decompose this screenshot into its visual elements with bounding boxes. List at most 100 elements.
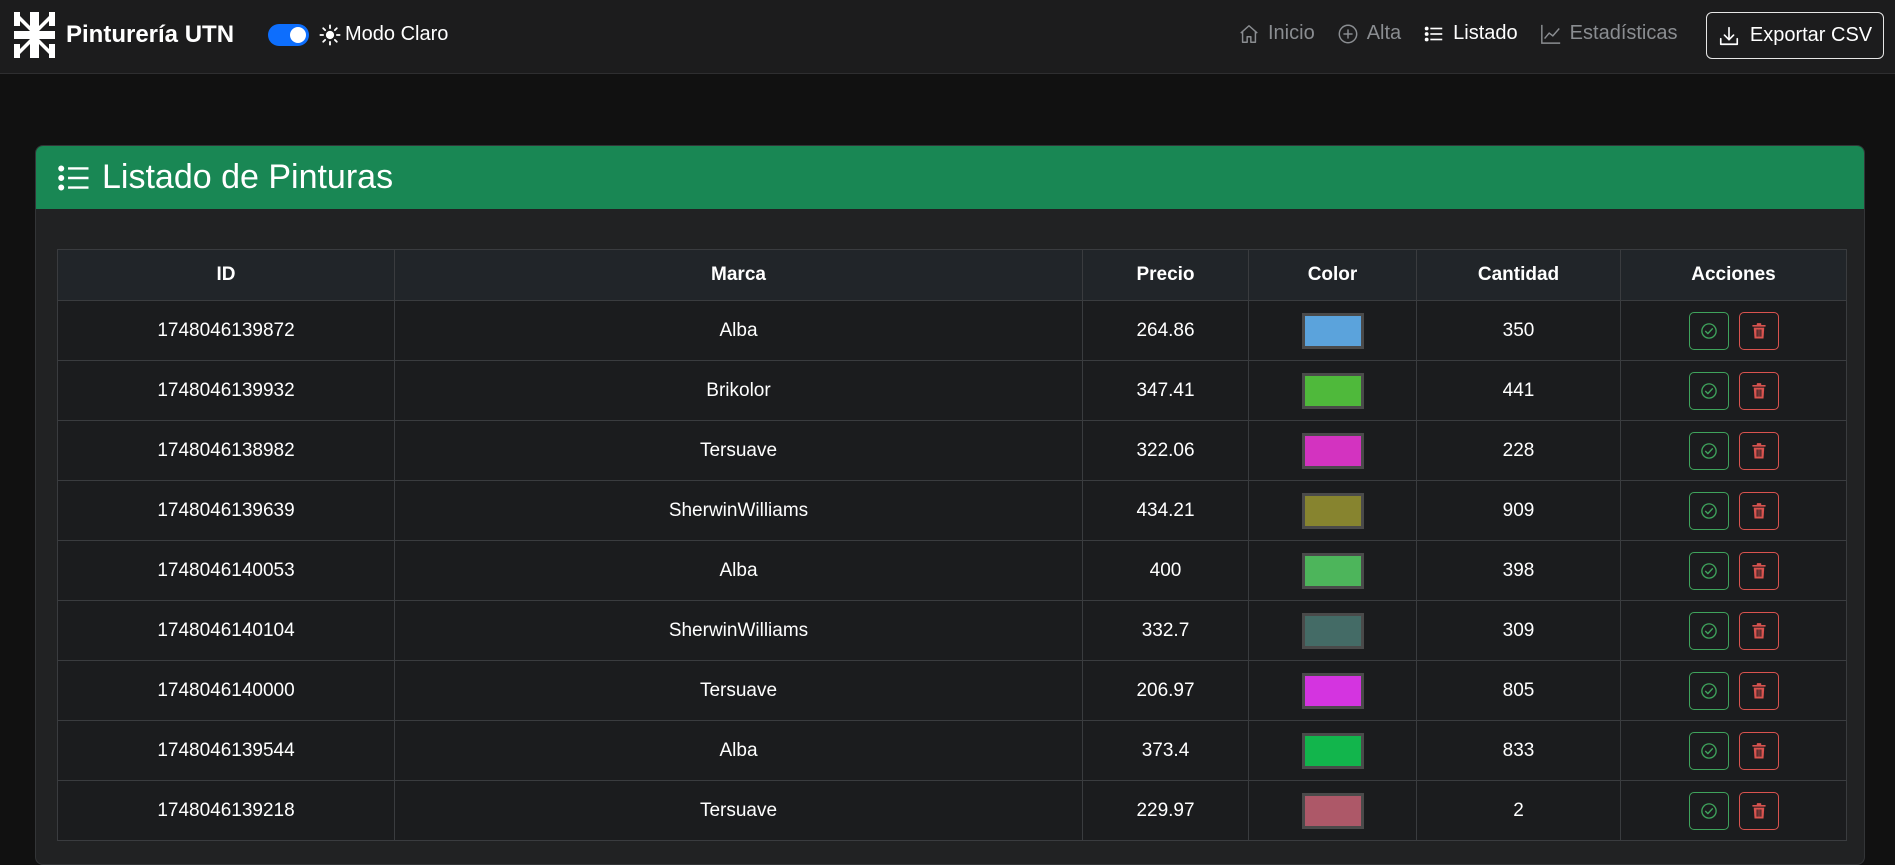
cell-id: 1748046139639 [57, 480, 395, 541]
table-row[interactable]: 1748046140053 Alba 400 398 [57, 540, 1847, 601]
cell-precio: 434.21 [1082, 480, 1249, 541]
main-nav: Inicio Alta Listado Estadísticas [1238, 22, 1700, 45]
cell-id: 1748046139218 [57, 780, 395, 841]
export-label: Exportar CSV [1749, 24, 1873, 46]
paint-table-wrapper: ID Marca Precio Color Cantidad Acciones … [57, 249, 1847, 841]
trash-icon [1751, 502, 1766, 518]
cell-marca: SherwinWilliams [394, 600, 1083, 661]
trash-icon [1751, 742, 1766, 758]
row-actions [1621, 551, 1846, 590]
check-circle-icon [1700, 802, 1717, 819]
cell-acciones [1620, 780, 1847, 841]
nav-item-listado[interactable]: Listado [1423, 22, 1518, 45]
theme-switch[interactable] [268, 23, 309, 46]
paint-table: ID Marca Precio Color Cantidad Acciones … [57, 249, 1847, 841]
color-swatch [1301, 672, 1364, 709]
color-swatch [1301, 432, 1364, 469]
column-header-color[interactable]: Color [1248, 249, 1417, 301]
trash-icon [1751, 442, 1766, 458]
table-row[interactable]: 1748046139639 SherwinWilliams 434.21 909 [57, 480, 1847, 541]
cell-color [1248, 420, 1417, 481]
row-actions [1621, 311, 1846, 350]
delete-button[interactable] [1738, 671, 1779, 710]
cell-id: 1748046139872 [57, 300, 395, 361]
top-navbar: Pinturería UTN Modo Claro Inicio Alta Li… [0, 0, 1895, 74]
cell-acciones [1620, 600, 1847, 661]
confirm-button[interactable] [1688, 671, 1729, 710]
cell-precio: 400 [1082, 540, 1249, 601]
color-swatch [1301, 372, 1364, 409]
delete-button[interactable] [1738, 611, 1779, 650]
column-header-marca[interactable]: Marca [394, 249, 1083, 301]
utn-logo-icon [14, 12, 55, 58]
color-swatch [1301, 552, 1364, 589]
color-swatch [1301, 612, 1364, 649]
cell-cantidad: 350 [1416, 300, 1621, 361]
nav-item-inicio[interactable]: Inicio [1238, 22, 1315, 45]
confirm-button[interactable] [1688, 611, 1729, 650]
export-csv-button[interactable]: Exportar CSV [1706, 12, 1884, 59]
brand[interactable]: Pinturería UTN [14, 12, 234, 58]
cell-acciones [1620, 660, 1847, 721]
theme-toggle[interactable]: Modo Claro [268, 23, 448, 46]
confirm-button[interactable] [1688, 311, 1729, 350]
delete-button[interactable] [1738, 371, 1779, 410]
column-header-precio[interactable]: Precio [1082, 249, 1249, 301]
cell-acciones [1620, 300, 1847, 361]
cell-cantidad: 398 [1416, 540, 1621, 601]
app-title: Pinturería UTN [66, 21, 235, 48]
table-row[interactable]: 1748046140104 SherwinWilliams 332.7 309 [57, 600, 1847, 661]
trash-icon [1751, 682, 1766, 698]
delete-button[interactable] [1738, 791, 1779, 830]
page-title: Listado de Pinturas [102, 158, 394, 196]
trash-icon [1751, 562, 1766, 578]
nav-label-listado: Listado [1453, 22, 1518, 44]
delete-button[interactable] [1738, 731, 1779, 770]
table-row[interactable]: 1748046139218 Tersuave 229.97 2 [57, 780, 1847, 841]
table-row[interactable]: 1748046139544 Alba 373.4 833 [57, 720, 1847, 781]
cell-precio: 206.97 [1082, 660, 1249, 721]
cell-marca: SherwinWilliams [394, 480, 1083, 541]
check-circle-icon [1700, 622, 1717, 639]
cell-cantidad: 228 [1416, 420, 1621, 481]
cell-id: 1748046140104 [57, 600, 395, 661]
cell-marca: Alba [394, 540, 1083, 601]
cell-marca: Tersuave [394, 660, 1083, 721]
confirm-button[interactable] [1688, 731, 1729, 770]
confirm-button[interactable] [1688, 491, 1729, 530]
table-row[interactable]: 1748046139932 Brikolor 347.41 441 [57, 360, 1847, 421]
table-row[interactable]: 1748046140000 Tersuave 206.97 805 [57, 660, 1847, 721]
table-row[interactable]: 1748046138982 Tersuave 322.06 228 [57, 420, 1847, 481]
nav-item-estadisticas[interactable]: Estadísticas [1540, 22, 1678, 45]
cell-precio: 373.4 [1082, 720, 1249, 781]
delete-button[interactable] [1738, 431, 1779, 470]
check-circle-icon [1700, 322, 1717, 339]
column-header-cantidad[interactable]: Cantidad [1416, 249, 1621, 301]
trash-icon [1751, 802, 1766, 818]
cell-acciones [1620, 480, 1847, 541]
cell-marca: Brikolor [394, 360, 1083, 421]
cell-precio: 264.86 [1082, 300, 1249, 361]
cell-id: 1748046139932 [57, 360, 395, 421]
cell-id: 1748046140000 [57, 660, 395, 721]
cell-cantidad: 833 [1416, 720, 1621, 781]
cell-marca: Tersuave [394, 420, 1083, 481]
delete-button[interactable] [1738, 311, 1779, 350]
row-actions [1621, 491, 1846, 530]
cell-id: 1748046140053 [57, 540, 395, 601]
row-actions [1621, 371, 1846, 410]
confirm-button[interactable] [1688, 371, 1729, 410]
confirm-button[interactable] [1688, 431, 1729, 470]
table-row[interactable]: 1748046139872 Alba 264.86 350 [57, 300, 1847, 361]
cell-acciones [1620, 360, 1847, 421]
delete-button[interactable] [1738, 491, 1779, 530]
confirm-button[interactable] [1688, 791, 1729, 830]
delete-button[interactable] [1738, 551, 1779, 590]
color-swatch [1301, 492, 1364, 529]
cell-acciones [1620, 720, 1847, 781]
check-circle-icon [1700, 742, 1717, 759]
nav-item-alta[interactable]: Alta [1337, 22, 1401, 45]
confirm-button[interactable] [1688, 551, 1729, 590]
column-header-id[interactable]: ID [57, 249, 395, 301]
table-header-row: ID Marca Precio Color Cantidad Acciones [57, 249, 1847, 301]
